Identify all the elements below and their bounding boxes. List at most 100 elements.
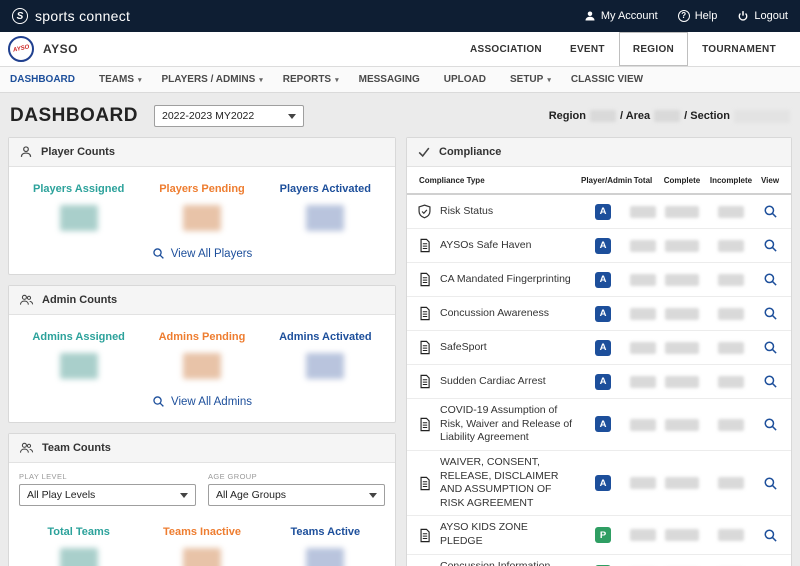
help-icon: ? xyxy=(677,10,690,22)
total-value-redacted xyxy=(630,307,656,320)
view-detail-button[interactable] xyxy=(757,476,783,491)
play-level-filter: Play Level All Play Levels xyxy=(19,472,196,506)
season-select[interactable]: 2022-2023 MY2022 xyxy=(154,105,304,127)
compliance-title: Compliance xyxy=(439,146,502,158)
compliance-header: Compliance xyxy=(407,138,791,167)
app-root: S sports connect My Account ? Help Logou… xyxy=(0,0,800,566)
admin-counts-header: Admin Counts xyxy=(9,286,395,315)
search-icon xyxy=(764,273,777,286)
view-detail-button[interactable] xyxy=(757,306,783,321)
view-all-players-label: View All Players xyxy=(170,247,253,260)
complete-value-redacted xyxy=(665,418,699,431)
document-icon xyxy=(419,528,430,542)
topbar: S sports connect My Account ? Help Logou… xyxy=(0,0,800,32)
org-tab[interactable]: REGION xyxy=(618,32,689,66)
search-icon xyxy=(764,205,777,218)
col-player-admin: Player/Admin xyxy=(581,175,633,185)
view-detail-button[interactable] xyxy=(757,340,783,355)
compliance-type-name: SafeSport xyxy=(440,340,487,353)
area-value-redacted xyxy=(654,110,681,122)
view-detail-button[interactable] xyxy=(757,417,783,432)
view-detail-button[interactable] xyxy=(757,238,783,253)
count-column: Admins Pending xyxy=(140,331,263,379)
nav-item[interactable]: CLASSIC VIEW xyxy=(571,74,647,85)
total-value-redacted xyxy=(630,418,656,431)
count-label: Admins Activated xyxy=(279,331,372,343)
my-account-button[interactable]: My Account xyxy=(584,10,658,22)
age-group-filter: Age Group All Age Groups xyxy=(208,472,385,506)
count-value-redacted xyxy=(182,353,221,379)
view-detail-button[interactable] xyxy=(757,272,783,287)
brand-text: sports connect xyxy=(35,8,131,24)
table-row: COVID-19 Assumption of Risk, Waiver and … xyxy=(407,399,791,451)
team-counts-header: Team Counts xyxy=(9,434,395,463)
view-detail-button[interactable] xyxy=(757,204,783,219)
age-group-select[interactable]: All Age Groups xyxy=(208,484,385,506)
view-detail-button[interactable] xyxy=(757,374,783,389)
count-label: Teams Inactive xyxy=(162,526,242,538)
table-row: Risk Status A xyxy=(407,195,791,229)
view-all-admins-link[interactable]: View All Admins xyxy=(9,383,395,422)
col-compliance-type: Compliance Type xyxy=(419,175,485,185)
help-button[interactable]: ? Help xyxy=(677,10,717,22)
player-admin-badge: A xyxy=(595,305,611,322)
player-admin-badge: A xyxy=(595,237,611,254)
brand[interactable]: S sports connect xyxy=(12,8,130,24)
org-tab[interactable]: ASSOCIATION xyxy=(456,32,556,66)
age-group-label: Age Group xyxy=(208,472,258,481)
nav-item[interactable]: PLAYERS / ADMINS ▾ xyxy=(162,74,263,85)
complete-value-redacted xyxy=(665,477,699,490)
nav-item-label: TEAMS xyxy=(99,74,134,85)
compliance-type-name: Risk Status xyxy=(440,204,494,217)
incomplete-value-redacted xyxy=(718,477,744,490)
incomplete-cell xyxy=(705,375,757,388)
section-value-redacted xyxy=(734,109,790,123)
compliance-type-name: Concussion Awareness xyxy=(440,306,549,319)
nav-item[interactable]: TEAMS ▾ xyxy=(99,74,142,85)
table-row: AYSOs Safe Haven A xyxy=(407,229,791,263)
count-label: Total Teams xyxy=(47,526,110,538)
count-label: Admins Pending xyxy=(158,331,246,343)
nav-item[interactable]: REPORTS ▾ xyxy=(283,74,339,85)
incomplete-value-redacted xyxy=(718,529,744,542)
count-column: Total Teams xyxy=(17,526,140,566)
incomplete-cell xyxy=(705,529,757,542)
org-tab[interactable]: TOURNAMENT xyxy=(688,32,790,66)
nav-item-label: DASHBOARD xyxy=(10,74,75,85)
table-row: SafeSport A xyxy=(407,331,791,365)
nav-item[interactable]: UPLOAD xyxy=(444,74,490,85)
count-column: Players Activated xyxy=(264,183,387,231)
admin-counts-card: Admin Counts Admins Assigned Admins Pend… xyxy=(8,285,396,423)
incomplete-value-redacted xyxy=(718,307,744,320)
view-detail-button[interactable] xyxy=(757,528,783,543)
nav-item[interactable]: SETUP ▾ xyxy=(510,74,551,85)
org-tab[interactable]: EVENT xyxy=(556,32,619,66)
nav-item[interactable]: DASHBOARD xyxy=(10,74,79,85)
complete-cell xyxy=(659,273,705,286)
nav-item-label: PLAYERS / ADMINS xyxy=(161,74,256,85)
season-select-value: 2022-2023 MY2022 xyxy=(162,110,255,122)
compliance-type-icon xyxy=(417,417,432,432)
view-all-admins-label: View All Admins xyxy=(171,395,252,408)
compliance-type-icon xyxy=(417,528,432,543)
play-level-select[interactable]: All Play Levels xyxy=(19,484,196,506)
team-counts-title: Team Counts xyxy=(42,442,111,454)
document-icon xyxy=(419,374,430,389)
count-value-redacted xyxy=(182,548,221,566)
table-row: Concussion Awareness A xyxy=(407,297,791,331)
view-all-players-link[interactable]: View All Players xyxy=(9,235,395,274)
player-admin-badge: A xyxy=(595,373,611,390)
logout-button[interactable]: Logout xyxy=(737,10,788,22)
compliance-type-name: WAIVER, CONSENT, RELEASE, DISCLAIMER AND… xyxy=(440,455,559,509)
compliance-type-name: COVID-19 Assumption of Risk, Waiver and … xyxy=(440,404,573,444)
compliance-type-name: AYSO KIDS ZONE PLEDGE xyxy=(440,521,528,548)
admin-counts-body: Admins Assigned Admins Pending Admins Ac… xyxy=(9,315,395,383)
nav-item[interactable]: MESSAGING xyxy=(359,74,424,85)
document-icon xyxy=(419,417,430,432)
chevron-down-icon xyxy=(369,492,377,498)
top-actions: My Account ? Help Logout xyxy=(584,10,788,22)
incomplete-value-redacted xyxy=(718,205,744,218)
count-label: Players Activated xyxy=(279,183,371,195)
incomplete-value-redacted xyxy=(718,418,744,431)
compliance-type-cell: AYSO KIDS ZONE PLEDGE xyxy=(417,521,579,548)
